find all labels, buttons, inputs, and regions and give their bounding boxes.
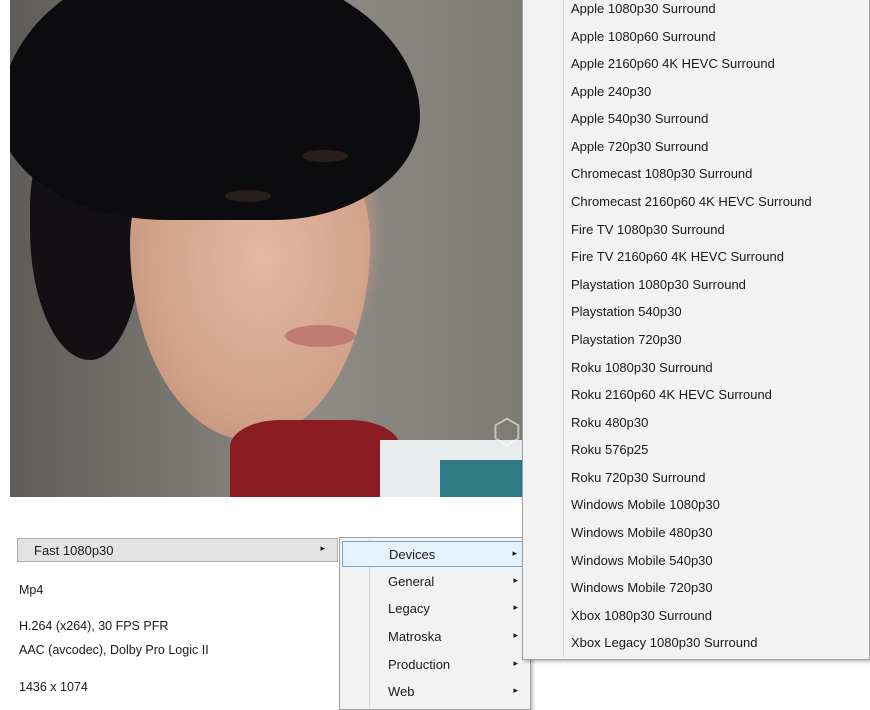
audio-codec-info: AAC (avcodec), Dolby Pro Logic II <box>19 643 209 657</box>
preview-collar <box>230 420 400 497</box>
container-format: Mp4 <box>19 583 44 597</box>
chevron-right-icon: ▸ <box>320 543 325 553</box>
menu-item-device[interactable]: Roku 1080p30 Surround <box>571 354 713 381</box>
menu-item-device[interactable]: Windows Mobile 540p30 <box>571 547 713 574</box>
preset-category-menu: Devices ▸ General ▸ Legacy ▸ Matroska ▸ … <box>339 537 531 710</box>
menu-item-device[interactable]: Playstation 540p30 <box>571 298 682 325</box>
menu-item-label: Devices <box>389 547 436 562</box>
chevron-right-icon: ▸ <box>513 630 518 640</box>
chevron-right-icon: ▸ <box>513 658 518 668</box>
chevron-right-icon: ▸ <box>513 602 518 612</box>
preview-lips <box>285 325 355 347</box>
menu-item-matroska[interactable]: Matroska ▸ <box>342 624 528 650</box>
chevron-right-icon: ▸ <box>513 575 518 585</box>
devices-submenu: Apple 1080p30 Surround Apple 1080p60 Sur… <box>522 0 870 660</box>
menu-item-device[interactable]: Fire TV 2160p60 4K HEVC Surround <box>571 243 784 270</box>
watermark-logo-icon: ⬡ <box>492 413 522 451</box>
preview-eye-right <box>302 150 348 162</box>
menu-item-label: Web <box>388 684 415 699</box>
menu-item-device[interactable]: Roku 720p30 Surround <box>571 464 705 491</box>
menu-item-general[interactable]: General ▸ <box>342 569 528 595</box>
menu-item-device[interactable]: Playstation 720p30 <box>571 326 682 353</box>
resolution-info: 1436 x 1074 <box>19 680 88 694</box>
preset-dropdown[interactable]: Fast 1080p30 ▸ <box>17 538 338 562</box>
menu-item-label: Matroska <box>388 629 442 644</box>
menu-item-device[interactable]: Xbox Legacy 1080p30 Surround <box>571 629 757 656</box>
menu-item-device[interactable]: Windows Mobile 1080p30 <box>571 491 720 518</box>
menu-item-device[interactable]: Xbox 1080p30 Surround <box>571 602 712 629</box>
chevron-right-icon: ▸ <box>513 685 518 695</box>
menu-item-device[interactable]: Apple 240p30 <box>571 78 651 105</box>
menu-item-devices[interactable]: Devices ▸ <box>342 541 528 567</box>
menu-item-device[interactable]: Playstation 1080p30 Surround <box>571 271 746 298</box>
chevron-right-icon: ▸ <box>512 548 517 558</box>
menu-item-device[interactable]: Roku 576p25 <box>571 436 648 463</box>
menu-item-device[interactable]: Apple 2160p60 4K HEVC Surround <box>571 50 775 77</box>
video-codec-info: H.264 (x264), 30 FPS PFR <box>19 619 169 633</box>
menu-item-device[interactable]: Apple 720p30 Surround <box>571 133 708 160</box>
menu-item-device[interactable]: Apple 1080p60 Surround <box>571 23 716 50</box>
menu-item-device[interactable]: Fire TV 1080p30 Surround <box>571 216 725 243</box>
menu-item-device[interactable]: Chromecast 2160p60 4K HEVC Surround <box>571 188 812 215</box>
menu-item-device[interactable]: Windows Mobile 480p30 <box>571 519 713 546</box>
menu-separator <box>563 0 564 657</box>
menu-item-legacy[interactable]: Legacy ▸ <box>342 596 528 622</box>
menu-item-device[interactable]: Chromecast 1080p30 Surround <box>571 160 752 187</box>
menu-item-device[interactable]: Roku 480p30 <box>571 409 648 436</box>
menu-item-production[interactable]: Production ▸ <box>342 652 528 678</box>
menu-item-label: General <box>388 574 435 589</box>
preset-dropdown-value: Fast 1080p30 <box>34 543 114 558</box>
video-preview: ⬡ <box>10 0 522 497</box>
preview-background-shape <box>440 460 522 497</box>
preview-eye-left <box>225 190 271 202</box>
menu-item-device[interactable]: Apple 1080p30 Surround <box>571 0 716 22</box>
preview-hair <box>10 0 420 220</box>
menu-item-web[interactable]: Web ▸ <box>342 679 528 705</box>
menu-item-device[interactable]: Windows Mobile 720p30 <box>571 574 713 601</box>
menu-item-label: Legacy <box>388 601 430 616</box>
menu-item-device[interactable]: Apple 540p30 Surround <box>571 105 708 132</box>
menu-item-device[interactable]: Roku 2160p60 4K HEVC Surround <box>571 381 772 408</box>
menu-item-label: Production <box>388 657 451 672</box>
